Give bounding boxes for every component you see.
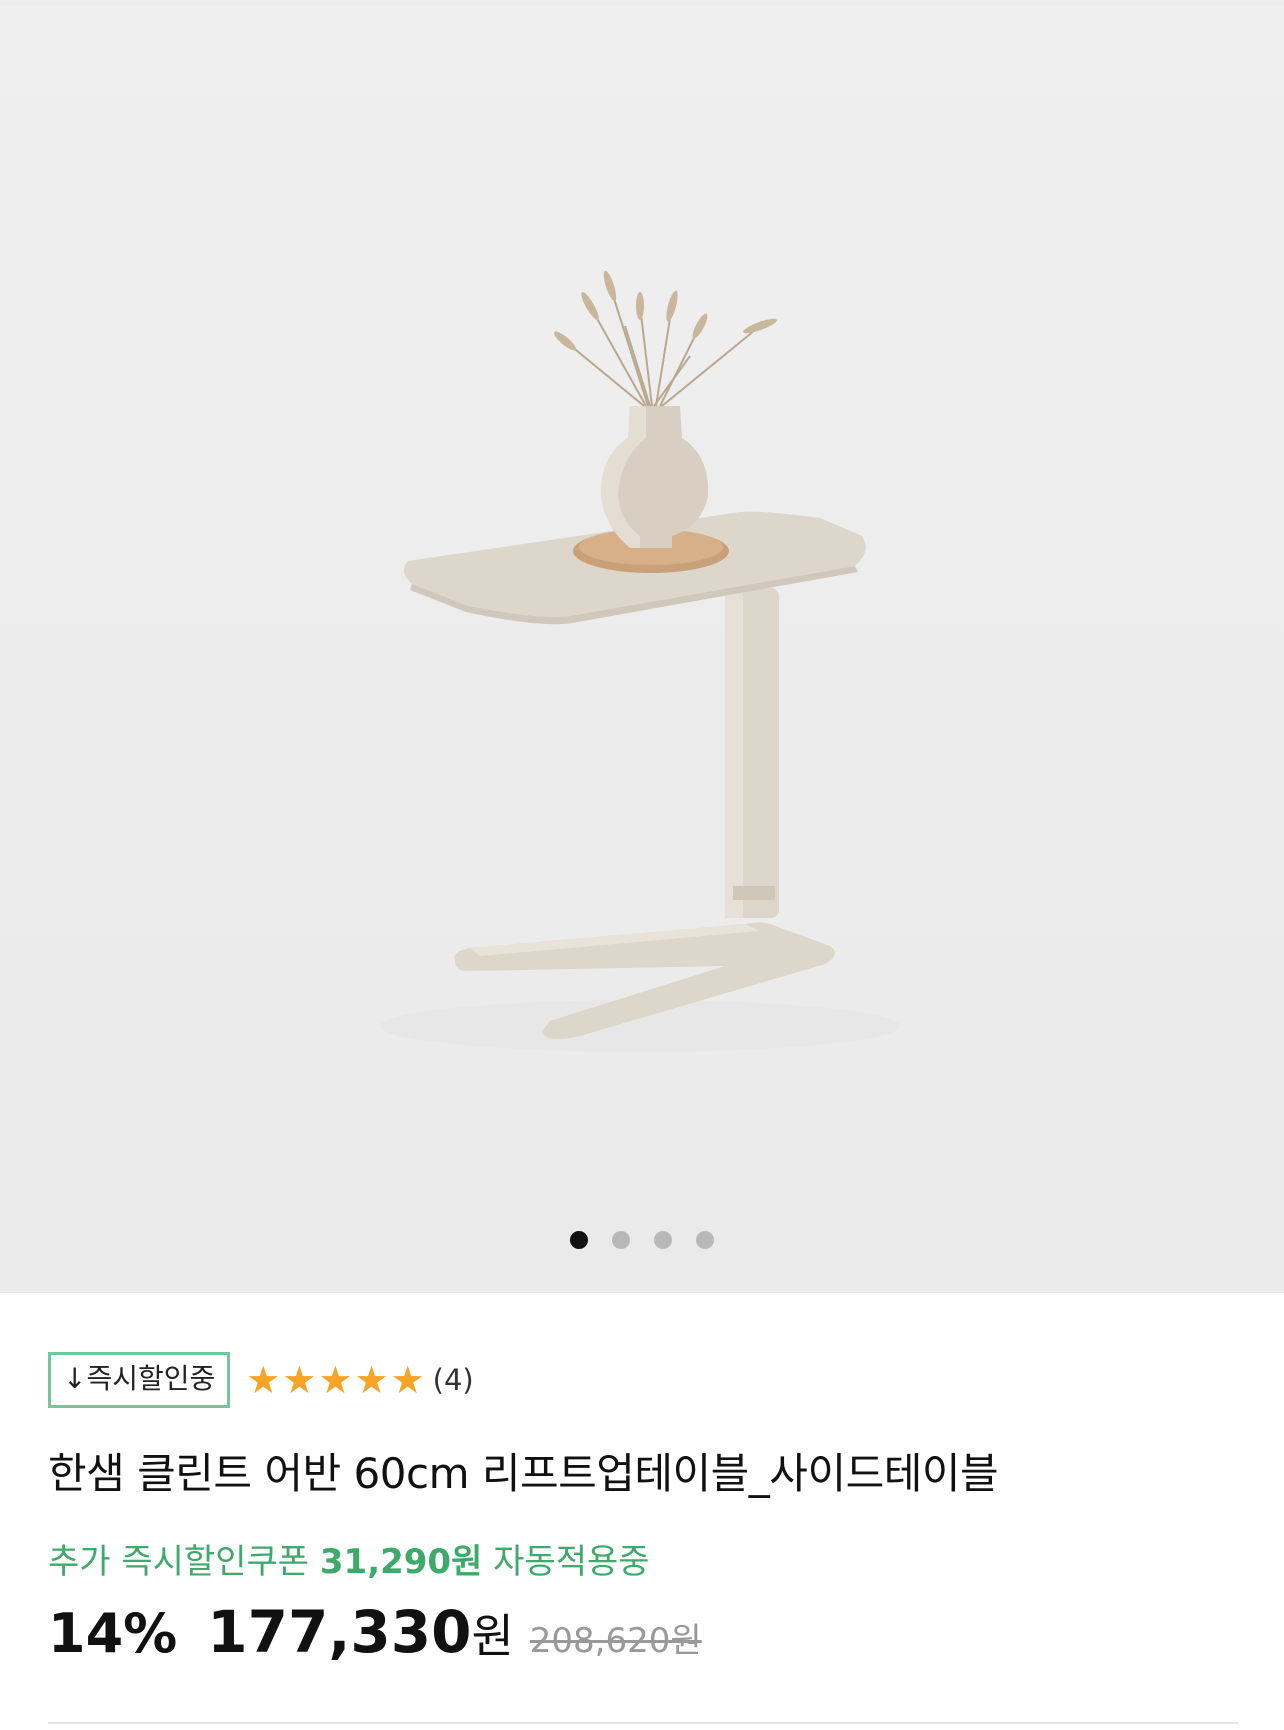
- star-icon: ★: [318, 1358, 353, 1402]
- product-title: 한샘 클린트 어반 60cm 리프트업테이블_사이드테이블: [48, 1449, 999, 1498]
- gallery-dot-4[interactable]: [696, 1231, 714, 1249]
- price-row: 14% 177,330 원 208,620원: [48, 1598, 1238, 1666]
- gallery-dot-3[interactable]: [654, 1231, 672, 1249]
- star-icon: ★: [354, 1358, 389, 1402]
- coupon-amount: 31,290원: [319, 1542, 483, 1582]
- currency-unit: 원: [471, 1609, 514, 1663]
- review-count[interactable]: (4): [433, 1363, 474, 1397]
- product-info: ↓즉시할인중 ★ ★ ★ ★ ★ (4) 한샘 클린트 어반 60cm 리프트업…: [48, 1352, 1238, 1666]
- gallery-dot-1[interactable]: [570, 1231, 588, 1249]
- coupon-prefix: 추가 즉시할인쿠폰: [48, 1542, 310, 1582]
- star-rating[interactable]: ★ ★ ★ ★ ★: [246, 1360, 426, 1400]
- gallery-pagination: [0, 1231, 1284, 1249]
- section-divider: [48, 1722, 1238, 1724]
- sale-price: 177,330: [207, 1598, 472, 1666]
- product-image: [380, 270, 900, 1052]
- gallery-dot-2[interactable]: [612, 1231, 630, 1249]
- badge-rating-row: ↓즉시할인중 ★ ★ ★ ★ ★ (4): [48, 1352, 1238, 1408]
- star-icon: ★: [246, 1358, 281, 1402]
- instant-discount-badge: ↓즉시할인중: [48, 1352, 231, 1408]
- star-icon: ★: [282, 1358, 317, 1402]
- coupon-notice: 추가 즉시할인쿠폰 31,290원 자동적용중: [48, 1540, 1238, 1584]
- star-icon: ★: [390, 1358, 425, 1402]
- discount-rate: 14%: [48, 1602, 178, 1665]
- product-image-gallery[interactable]: [0, 6, 1284, 1293]
- original-price: 208,620원: [529, 1621, 702, 1661]
- coupon-suffix: 자동적용중: [493, 1542, 650, 1582]
